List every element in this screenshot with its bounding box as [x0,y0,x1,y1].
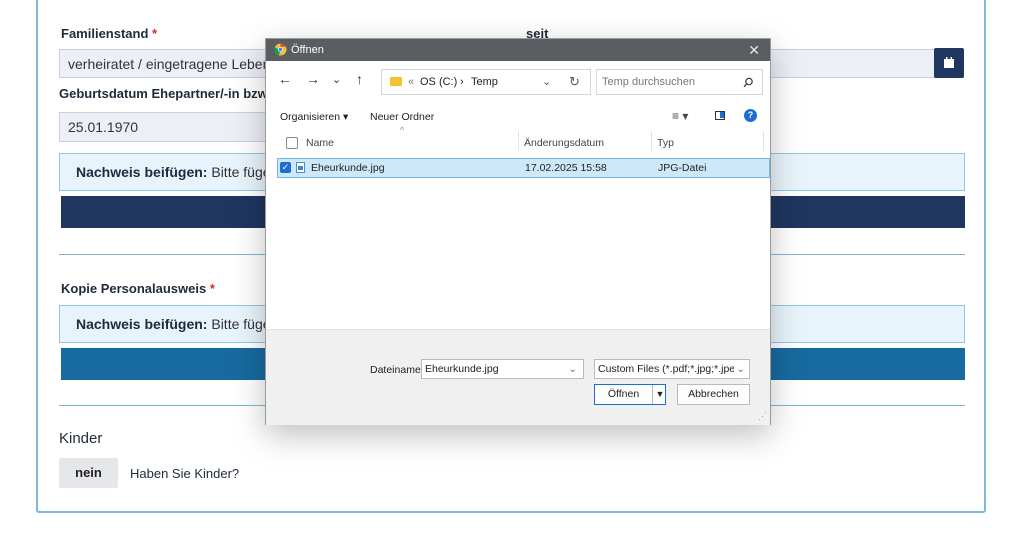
command-bar: Organisieren ▾ Neuer Ordner ≡ ▾ ? [266,105,770,129]
preview-pane-icon[interactable] [715,111,725,120]
column-headers: Name ^ Änderungsdatum Typ [266,125,770,153]
breadcrumb-overflow[interactable]: « [408,70,414,94]
file-type: JPG-Datei [658,162,707,174]
familienstand-label: Familienstand * [61,26,158,41]
address-bar[interactable]: « OS (C:) › Temp ⌄ ↻ [381,69,591,95]
calendar-button[interactable] [934,48,964,78]
breadcrumb-folder[interactable]: Temp [471,70,498,94]
refresh-icon[interactable]: ↻ [569,70,580,94]
dialog-titlebar: Öffnen ✕ [266,39,770,61]
up-arrow-icon[interactable]: ↑ [356,71,363,87]
nav-bar: ← → ⌄ ↑ « OS (C:) › Temp ⌄ ↻ Temp durchs… [266,63,770,97]
column-type[interactable]: Typ [657,137,674,149]
row-checkbox[interactable]: ✓ [280,162,291,173]
open-options-dropdown[interactable]: ▼ [652,385,667,404]
column-divider [518,131,519,151]
kinder-heading: Kinder [59,430,103,447]
kopie-label: Kopie Personalausweis * [61,281,215,296]
open-button[interactable]: Öffnen ▼ [594,384,666,405]
file-date: 17.02.2025 15:58 [525,162,607,174]
geburtsdatum-input[interactable]: 25.01.1970 [59,112,269,142]
calendar-icon [944,57,954,68]
chrome-icon [274,43,287,56]
column-name[interactable]: Name [306,137,334,149]
file-row[interactable]: ✓ Eheurkunde.jpg 17.02.2025 15:58 JPG-Da… [277,158,770,178]
geburtsdatum-label: Geburtsdatum Ehepartner/-in bzw. L [59,86,283,101]
filename-label: Dateiname: [370,364,424,376]
chevron-down-icon[interactable]: ⌄ [332,73,341,86]
sort-up-icon: ^ [400,125,405,135]
dialog-title: Öffnen [291,44,324,56]
folder-icon [390,77,402,86]
kinder-question: Haben Sie Kinder? [130,466,240,481]
select-all-checkbox[interactable] [286,137,298,149]
forward-arrow-icon[interactable]: → [306,71,320,87]
new-folder-button[interactable]: Neuer Ordner [370,111,434,123]
search-input[interactable]: Temp durchsuchen [596,69,763,95]
breadcrumb-drive[interactable]: OS (C:) [420,70,457,94]
file-name: Eheurkunde.jpg [311,162,385,174]
breadcrumb-separator: › [460,76,464,88]
chevron-down-icon[interactable]: ⌄ [734,360,745,378]
image-file-icon [296,162,305,173]
organize-menu[interactable]: Organisieren ▾ [280,111,348,123]
column-divider [763,131,764,151]
column-date[interactable]: Änderungsdatum [524,137,604,149]
file-type-filter[interactable]: Custom Files (*.pdf;*.jpg;*.jpeg; ⌄ [594,359,750,379]
kinder-toggle[interactable]: nein [59,458,118,488]
back-arrow-icon[interactable]: ← [278,71,292,87]
close-icon[interactable]: ✕ [748,39,760,61]
filename-input[interactable]: Eheurkunde.jpg ⌄ [421,359,584,379]
chevron-down-icon[interactable]: ⌄ [568,360,577,378]
cancel-button[interactable]: Abbrechen [677,384,750,405]
dialog-footer: Dateiname: Eheurkunde.jpg ⌄ Custom Files… [266,329,770,425]
chevron-down-icon[interactable]: ⌄ [542,70,551,94]
column-divider [651,131,652,151]
search-icon [743,77,753,88]
resize-grip-icon[interactable]: ⋰ [758,411,767,422]
help-icon[interactable]: ? [744,109,757,122]
open-file-dialog: Öffnen ✕ ← → ⌄ ↑ « OS (C:) › Temp ⌄ ↻ Te… [265,38,771,425]
view-options-icon[interactable]: ≡ ▾ [672,109,688,123]
